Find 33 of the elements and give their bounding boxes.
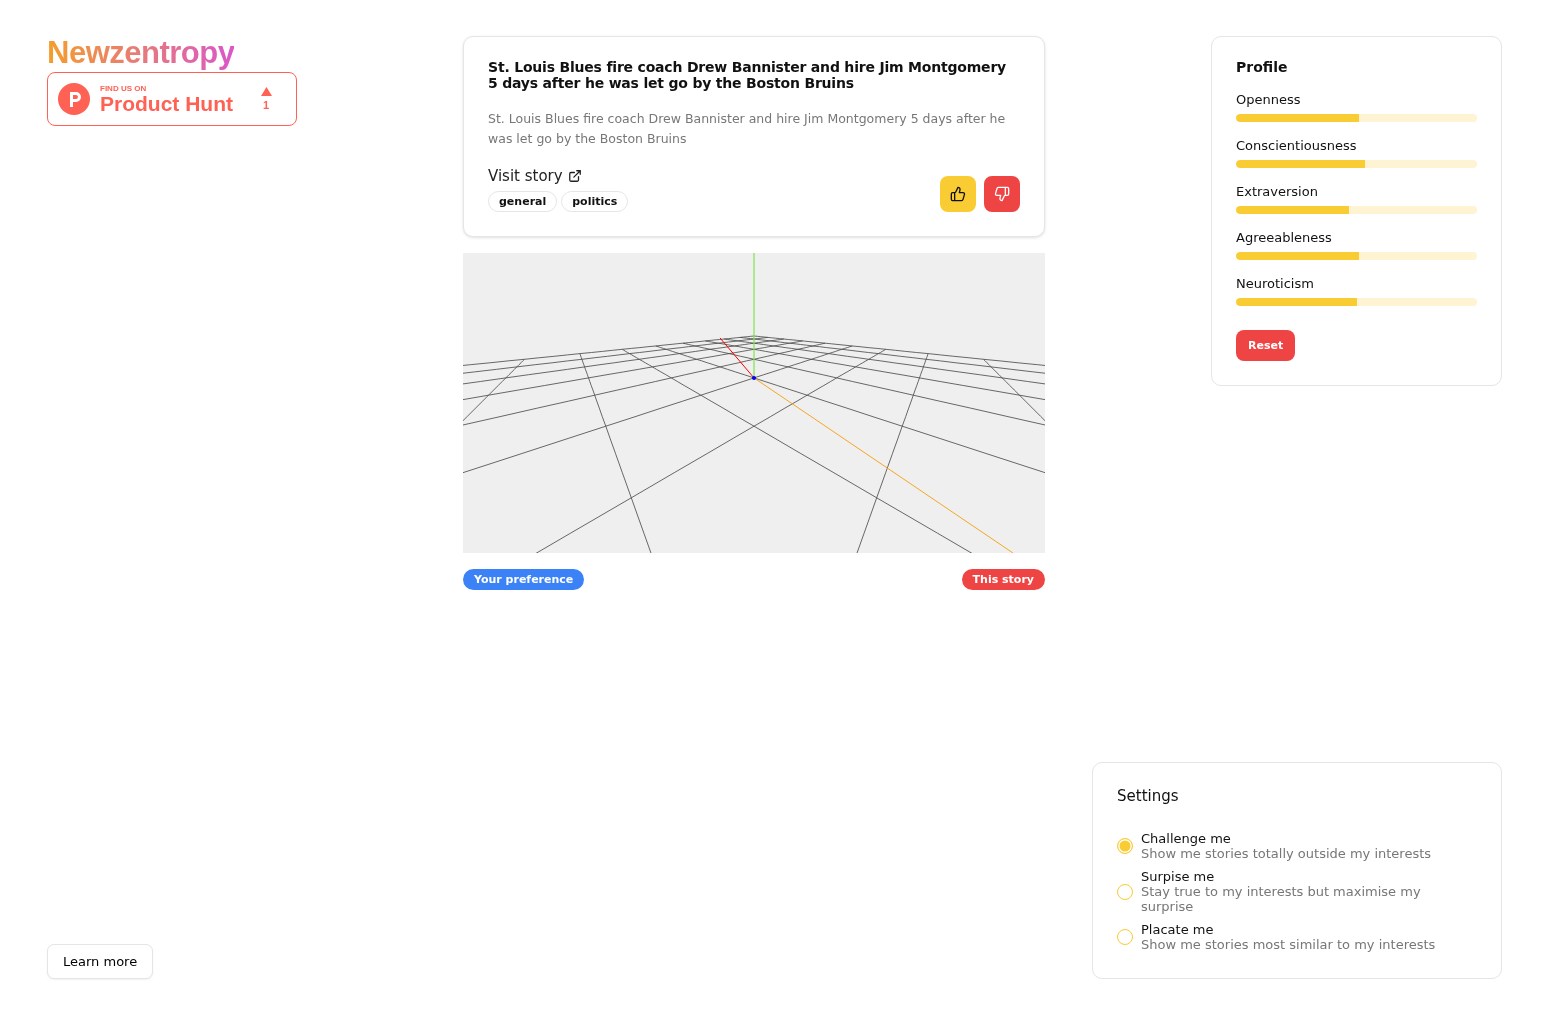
option-description: Show me stories most similar to my interests [1141, 937, 1436, 952]
trait-label: Neuroticism [1236, 276, 1314, 291]
upvote-icon [260, 87, 272, 96]
trait-label: Agreeableness [1236, 230, 1332, 245]
trait-label: Openness [1236, 92, 1301, 107]
thumbs-down-icon [994, 186, 1010, 202]
profile-title: Profile [1236, 59, 1288, 75]
story-summary: St. Louis Blues fire coach Drew Bannister and hire Jim Montgomery 5 days after he was let go by the Boston Bruins [488, 110, 1007, 148]
radio-button[interactable] [1117, 883, 1133, 900]
settings-title: Settings [1117, 787, 1180, 805]
badge-title: Product Hunt [100, 92, 234, 115]
like-button[interactable] [940, 176, 976, 212]
legend-pill: Your preference [463, 569, 585, 590]
legend-pill: This story [961, 569, 1045, 590]
thumbs-up-icon [950, 186, 966, 202]
external-link-icon [567, 169, 582, 183]
visit-story-link[interactable]: Visit story [488, 167, 629, 185]
learn-more-button[interactable]: Learn more [47, 944, 154, 979]
p-logo-icon [58, 83, 90, 115]
trait-label: Conscientiousness [1236, 138, 1357, 153]
badge-eyebrow: FIND US ON [100, 83, 148, 93]
option-label: Challenge me [1141, 831, 1232, 846]
radio-button[interactable] [1117, 929, 1133, 945]
story-title: St. Louis Blues fire coach Drew Bannister and hire Jim Montgomery 5 days after he was let go by the Boston Bruins [488, 59, 1008, 91]
trait-label: Extraversion [1236, 184, 1318, 199]
reset-button[interactable]: Reset [1236, 330, 1296, 361]
option-description: Stay true to my interests but maximise my surprise [1141, 884, 1422, 914]
dislike-button[interactable] [984, 176, 1020, 212]
radio-button[interactable] [1117, 838, 1133, 854]
option-label: Placate me [1141, 922, 1215, 937]
vote-count: 1 [262, 99, 270, 111]
option-description: Show me stories totally outside my interests [1141, 846, 1432, 861]
option-label: Surpise me [1141, 869, 1216, 884]
